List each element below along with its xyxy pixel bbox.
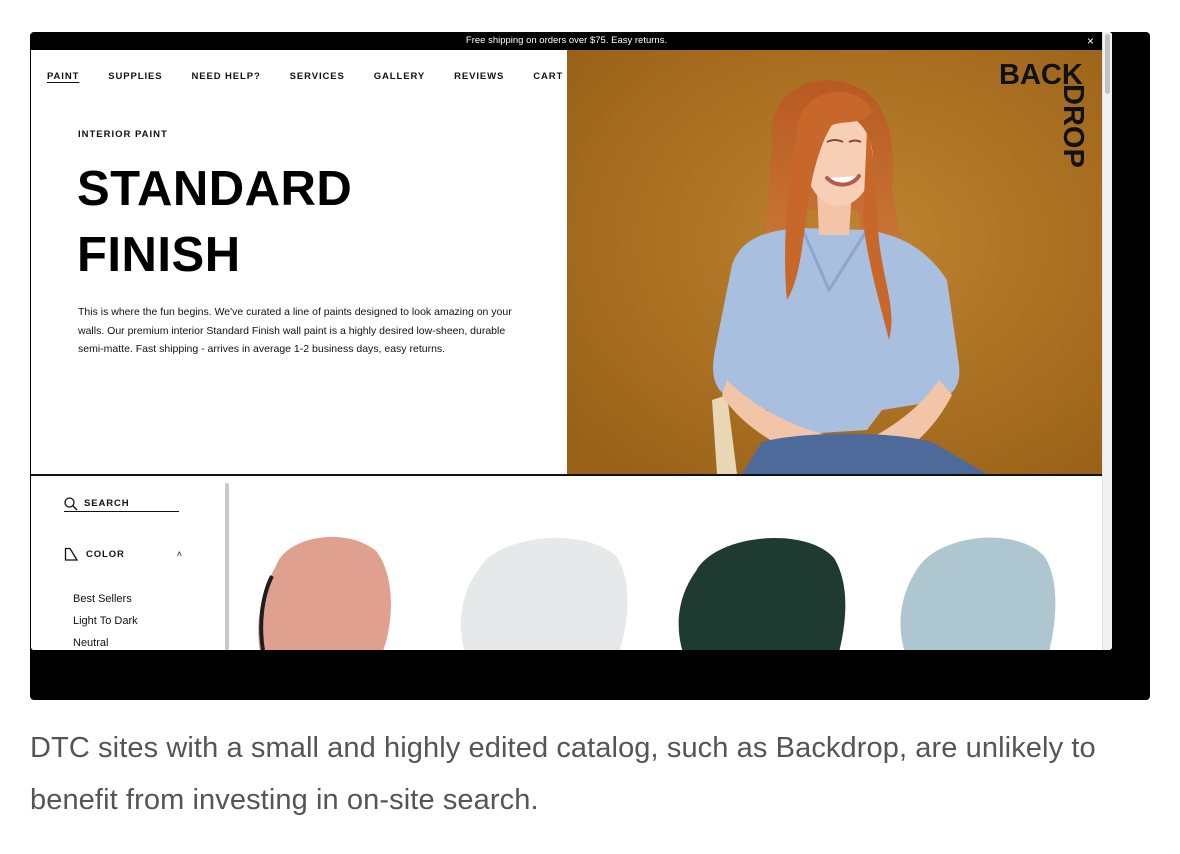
product-swatch-pale-blue[interactable] [896, 526, 1061, 650]
promo-text: Free shipping on orders over $75. Easy r… [465, 35, 668, 46]
nav-item-services[interactable]: SERVICES [290, 68, 345, 86]
product-swatch-pink[interactable] [256, 526, 396, 650]
color-swatch-icon [64, 547, 78, 561]
search-field[interactable]: SEARCH [64, 496, 179, 512]
color-filter-label: COLOR [86, 548, 125, 560]
nav-item-gallery[interactable]: GALLERY [374, 68, 425, 86]
hero-eyebrow: INTERIOR PAINT [78, 129, 168, 140]
hero-image: BACK DROP [567, 50, 1102, 474]
cart-label: CART [533, 71, 564, 82]
chevron-up-icon: ˄ [176, 549, 182, 559]
color-filter-toggle[interactable]: COLOR ˄ [64, 546, 182, 562]
page-title: STANDARD FINISH [77, 156, 497, 288]
browser-window: Free shipping on orders over $75. Easy r… [31, 32, 1112, 650]
figure-caption: DTC sites with a small and highly edited… [30, 732, 1096, 816]
nav-item-supplies[interactable]: SUPPLIES [108, 68, 162, 86]
product-swatch-light-gray[interactable] [456, 526, 631, 650]
page-scrollbar[interactable] [1102, 32, 1112, 650]
product-swatch-dark-green[interactable] [676, 526, 851, 650]
filter-sidebar: SEARCH COLOR ˄ Best Sellers Light To Dar… [31, 476, 231, 650]
color-option-neutral[interactable]: Neutral [73, 637, 108, 649]
nav-item-need-help[interactable]: NEED HELP? [191, 68, 260, 86]
close-icon[interactable]: × [1087, 32, 1094, 50]
nav-item-paint[interactable]: PAINT [47, 68, 79, 86]
page-title-line2: FINISH [77, 228, 241, 282]
promo-banner: Free shipping on orders over $75. Easy r… [31, 32, 1102, 50]
hero-description: This is where the fun begins. We've cura… [78, 306, 512, 355]
search-icon [64, 496, 78, 510]
backdrop-logo[interactable]: BACK DROP [999, 60, 1095, 180]
nav-item-reviews[interactable]: REVIEWS [454, 68, 504, 86]
logo-line2: DROP [1057, 84, 1089, 168]
search-label: SEARCH [84, 498, 130, 509]
color-option-light-to-dark[interactable]: Light To Dark [73, 615, 138, 627]
color-option-best-sellers[interactable]: Best Sellers [73, 593, 132, 605]
scrollbar-thumb[interactable] [1105, 34, 1110, 94]
filter-scrollbar[interactable] [225, 483, 229, 650]
product-swatch-grid [231, 476, 1102, 650]
page-title-line1: STANDARD [77, 162, 353, 216]
main-nav: PAINT SUPPLIES NEED HELP? SERVICES GALLE… [47, 68, 618, 86]
